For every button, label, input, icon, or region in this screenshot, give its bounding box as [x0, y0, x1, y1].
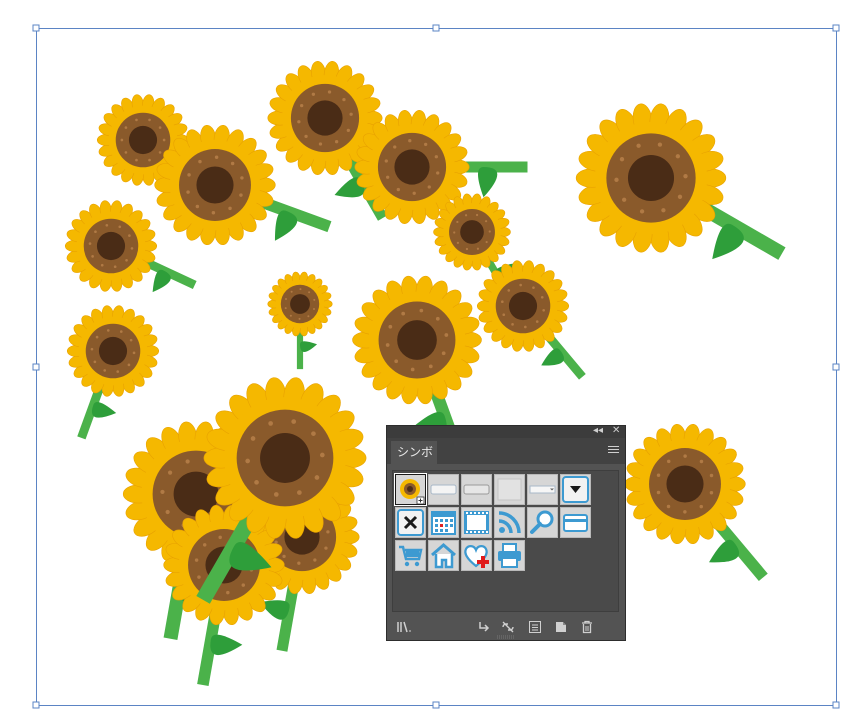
heart-plus-icon — [464, 545, 489, 568]
leaf — [210, 634, 243, 656]
flower-center — [290, 294, 310, 314]
flower-center — [128, 125, 158, 155]
printer-icon — [498, 543, 521, 568]
dropdown-arrow-symbol[interactable] — [560, 474, 591, 505]
gray-button-icon — [463, 484, 490, 495]
flower-center — [196, 166, 234, 204]
gray-button-symbol[interactable] — [461, 474, 492, 505]
handle-top-center[interactable] — [432, 24, 440, 32]
film-icon — [464, 511, 489, 534]
sunflower — [354, 110, 528, 224]
leaf — [478, 167, 498, 198]
close-x-symbol[interactable] — [395, 507, 426, 538]
blank-square-symbol[interactable] — [494, 474, 525, 505]
sunflower — [575, 103, 786, 260]
shopping-cart-symbol[interactable] — [395, 540, 426, 571]
collapse-panel-button[interactable]: ◂◂ — [593, 425, 603, 437]
leaf — [300, 341, 318, 353]
cart-icon — [399, 545, 423, 567]
calendar-icon — [431, 511, 456, 535]
card-icon — [563, 514, 588, 532]
blank-square-icon — [497, 478, 522, 501]
library-icon[interactable] — [397, 620, 411, 634]
sunflower — [163, 504, 285, 686]
flower-center — [666, 465, 704, 503]
flower-center — [307, 100, 343, 136]
options-icon[interactable] — [528, 620, 542, 634]
hamburger-menu-icon[interactable] — [608, 446, 619, 456]
flower-center — [397, 320, 437, 360]
printer-symbol[interactable] — [494, 540, 525, 571]
close-panel-button[interactable]: ✕ — [612, 425, 620, 437]
handle-top-right[interactable] — [832, 24, 840, 32]
credit-card-symbol[interactable] — [560, 507, 591, 538]
trash-icon[interactable] — [580, 620, 594, 634]
handle-bottom-center[interactable] — [432, 701, 440, 709]
handle-bottom-left[interactable] — [32, 701, 40, 709]
search-icon — [530, 510, 554, 534]
sunflower — [66, 305, 160, 440]
new-symbol-icon[interactable] — [554, 620, 568, 634]
home-icon — [431, 543, 456, 569]
heart-plus-symbol[interactable] — [461, 540, 492, 571]
handle-bottom-right[interactable] — [832, 701, 840, 709]
calendar-symbol[interactable] — [428, 507, 459, 538]
panel-title-bar[interactable]: ◂◂ ✕ — [387, 425, 625, 438]
flower-center — [96, 231, 126, 261]
tab-symbols[interactable]: シンボル — [391, 441, 437, 482]
magnifier-symbol[interactable] — [527, 507, 558, 538]
flower-center — [508, 291, 538, 321]
leaf — [91, 401, 117, 418]
flower-center — [627, 154, 675, 202]
sunflower — [267, 271, 333, 370]
sunflower — [624, 423, 768, 582]
handle-middle-right[interactable] — [832, 363, 840, 371]
rss-feed-symbol[interactable] — [494, 507, 525, 538]
flower-center — [460, 220, 484, 244]
handle-middle-left[interactable] — [32, 363, 40, 371]
flower-center — [260, 433, 310, 483]
dropdown-field-symbol[interactable] — [527, 474, 558, 505]
sunflower — [476, 260, 586, 380]
film-frame-symbol[interactable] — [461, 507, 492, 538]
broken-link-icon[interactable] — [501, 620, 515, 634]
dropdown-field-icon — [529, 485, 556, 494]
x-icon — [397, 509, 424, 536]
rss-icon — [498, 511, 521, 534]
sunflower-symbol[interactable] — [394, 473, 427, 506]
home-symbol[interactable] — [428, 540, 459, 571]
sunflower-icon — [400, 479, 425, 504]
place-arrow-icon[interactable] — [477, 620, 491, 634]
symbol-grid — [392, 470, 619, 612]
triangle-down-icon — [562, 476, 589, 503]
symbols-panel[interactable]: ◂◂ ✕ シンボル — [386, 425, 626, 641]
blank-button-symbol[interactable] — [428, 474, 459, 505]
panel-resize-grip[interactable] — [495, 635, 517, 639]
handle-top-left[interactable] — [32, 24, 40, 32]
flower-center — [394, 149, 430, 185]
panel-tab-strip: シンボル — [387, 438, 625, 482]
flower-center — [98, 336, 128, 366]
light-button-icon — [430, 484, 457, 495]
